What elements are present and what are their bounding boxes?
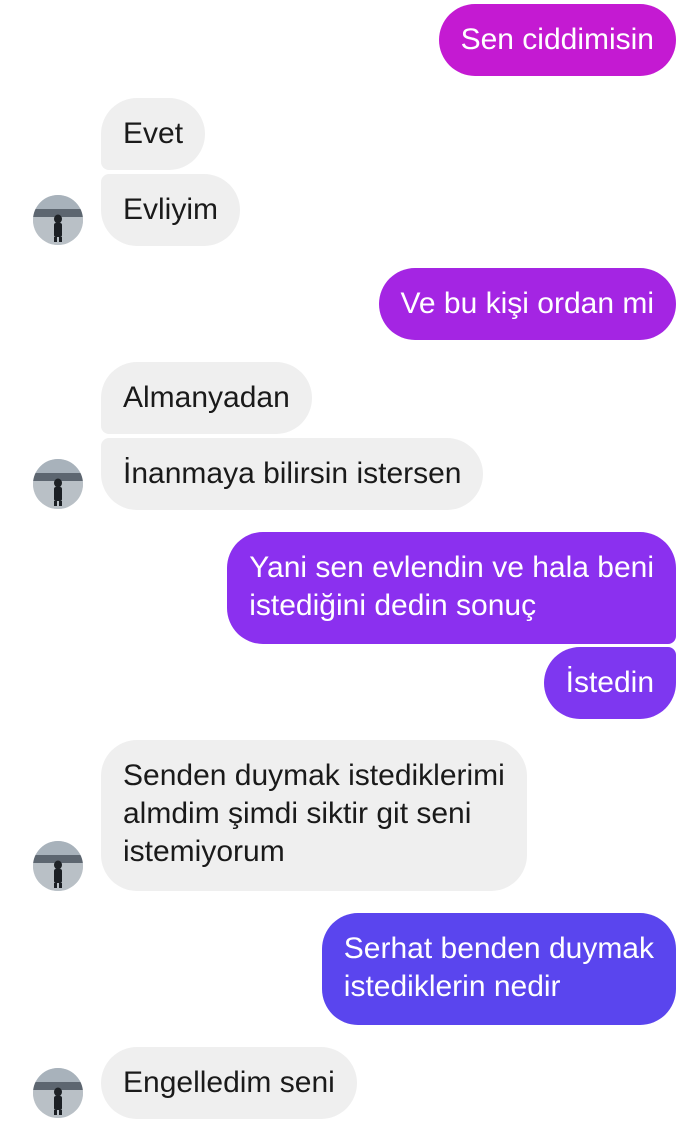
outgoing-message-bubble[interactable]: Serhat benden duymak istediklerin nedir: [321, 913, 676, 1025]
contact-avatar[interactable]: [33, 459, 83, 509]
avatar-photo-icon: [33, 195, 83, 245]
outgoing-message-bubble[interactable]: Sen ciddimisin: [438, 4, 676, 76]
contact-avatar[interactable]: [33, 195, 83, 245]
incoming-message-bubble[interactable]: Almanyadan: [101, 362, 312, 434]
incoming-message-bubble[interactable]: Evet: [101, 98, 206, 170]
incoming-message-bubble[interactable]: Evliyim: [101, 174, 240, 246]
outgoing-message-bubble[interactable]: Yani sen evlendin ve hala beni istediğin…: [227, 532, 676, 644]
avatar-photo-icon: [33, 841, 83, 891]
incoming-message-bubble[interactable]: Senden duymak istediklerimi almdim şimdi…: [101, 740, 527, 891]
incoming-message-bubble[interactable]: İnanmaya bilirsin istersen: [101, 438, 484, 510]
avatar-photo-icon: [33, 1068, 83, 1118]
outgoing-message-bubble[interactable]: Ve bu kişi ordan mi: [378, 268, 676, 340]
outgoing-message-bubble[interactable]: İstedin: [543, 647, 676, 719]
contact-avatar[interactable]: [33, 1068, 83, 1118]
incoming-message-bubble[interactable]: Engelledim seni: [101, 1047, 357, 1119]
avatar-photo-icon: [33, 459, 83, 509]
contact-avatar[interactable]: [33, 841, 83, 891]
